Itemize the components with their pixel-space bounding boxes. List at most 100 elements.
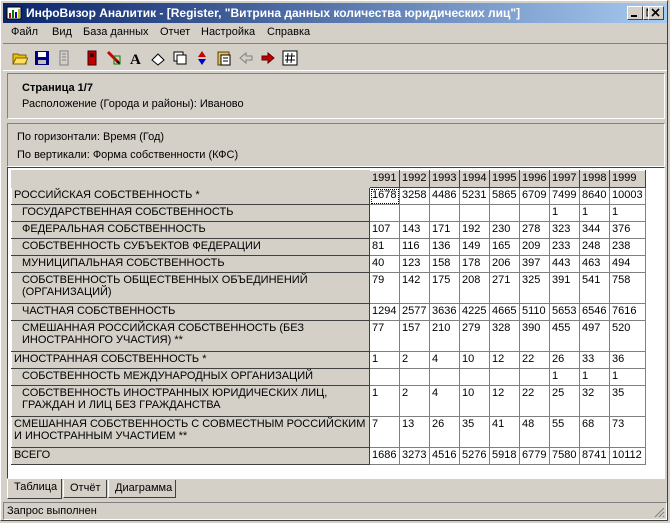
table-cell[interactable]: 5865 xyxy=(489,187,520,205)
table-cell[interactable] xyxy=(429,204,460,222)
table-cell[interactable]: 443 xyxy=(549,255,580,273)
table-cell[interactable]: 10 xyxy=(459,351,490,369)
column-header-1991[interactable]: 1991 xyxy=(369,170,400,188)
column-header-1993[interactable]: 1993 xyxy=(429,170,460,188)
stop-button[interactable] xyxy=(81,47,103,69)
table-cell[interactable]: 35 xyxy=(609,385,646,417)
tab-chart[interactable]: Диаграмма xyxy=(108,480,176,498)
table-cell[interactable]: 4 xyxy=(429,351,460,369)
hash-button[interactable] xyxy=(279,47,301,69)
table-cell[interactable]: 2 xyxy=(399,385,430,417)
table-cell[interactable] xyxy=(429,368,460,386)
sort-button[interactable] xyxy=(191,47,213,69)
table-cell[interactable]: 208 xyxy=(459,272,490,304)
table-cell[interactable]: 1 xyxy=(369,385,400,417)
menu-help[interactable]: Справка xyxy=(267,26,310,38)
table-cell[interactable]: 171 xyxy=(429,221,460,239)
forward-button[interactable] xyxy=(257,47,279,69)
table-cell[interactable]: 463 xyxy=(579,255,610,273)
table-cell[interactable]: 40 xyxy=(369,255,400,273)
table-cell[interactable]: 4486 xyxy=(429,187,460,205)
table-cell[interactable]: 4516 xyxy=(429,447,460,465)
table-cell[interactable]: 7580 xyxy=(549,447,580,465)
table-cell[interactable]: 494 xyxy=(609,255,646,273)
row-header[interactable]: СОБСТВЕННОСТЬ ОБЩЕСТВЕННЫХ ОБЪЕДИНЕНИЙ (… xyxy=(11,272,370,304)
copy-button[interactable] xyxy=(169,47,191,69)
row-header[interactable]: СОБСТВЕННОСТЬ СУБЪЕКТОВ ФЕДЕРАЦИИ xyxy=(11,238,370,256)
table-cell[interactable]: 4 xyxy=(429,385,460,417)
row-header[interactable]: ИНОСТРАННАЯ СОБСТВЕННОСТЬ * xyxy=(11,351,370,369)
table-cell[interactable]: 206 xyxy=(489,255,520,273)
table-cell[interactable]: 41 xyxy=(489,416,520,448)
open-button[interactable] xyxy=(9,47,31,69)
table-cell[interactable]: 541 xyxy=(579,272,610,304)
table-cell[interactable]: 7616 xyxy=(609,303,646,321)
column-header-1994[interactable]: 1994 xyxy=(459,170,490,188)
table-cell[interactable]: 32 xyxy=(579,385,610,417)
table-cell[interactable]: 107 xyxy=(369,221,400,239)
table-cell[interactable]: 1 xyxy=(549,368,580,386)
clipboard-button[interactable] xyxy=(213,47,235,69)
table-cell[interactable]: 209 xyxy=(519,238,550,256)
table-cell[interactable]: 142 xyxy=(399,272,430,304)
table-cell[interactable]: 1 xyxy=(579,204,610,222)
table-cell[interactable]: 1 xyxy=(579,368,610,386)
table-cell[interactable]: 248 xyxy=(579,238,610,256)
table-cell[interactable]: 7499 xyxy=(549,187,580,205)
table-cell[interactable]: 323 xyxy=(549,221,580,239)
save-button[interactable] xyxy=(31,47,53,69)
table-cell[interactable]: 55 xyxy=(549,416,580,448)
table-cell[interactable]: 1686 xyxy=(369,447,400,465)
table-cell[interactable]: 520 xyxy=(609,320,646,352)
table-cell[interactable] xyxy=(519,204,550,222)
table-cell[interactable]: 5231 xyxy=(459,187,490,205)
table-cell[interactable]: 26 xyxy=(549,351,580,369)
table-cell[interactable]: 22 xyxy=(519,351,550,369)
table-cell[interactable]: 328 xyxy=(489,320,520,352)
edit-button[interactable] xyxy=(103,47,125,69)
data-grid[interactable]: 1991 1992 1993 1994 1995 1996 1997 1998 1999 РОСС… xyxy=(7,167,665,479)
table-cell[interactable]: 4225 xyxy=(459,303,490,321)
table-cell[interactable] xyxy=(489,204,520,222)
table-cell[interactable]: 123 xyxy=(399,255,430,273)
page-button[interactable] xyxy=(53,47,75,69)
table-cell[interactable]: 192 xyxy=(459,221,490,239)
table-cell[interactable]: 2577 xyxy=(399,303,430,321)
row-header[interactable]: МУНИЦИПАЛЬНАЯ СОБСТВЕННОСТЬ xyxy=(11,255,370,273)
row-header[interactable]: ВСЕГО xyxy=(11,447,370,465)
table-cell[interactable] xyxy=(369,204,400,222)
table-cell[interactable] xyxy=(459,368,490,386)
table-cell[interactable]: 497 xyxy=(579,320,610,352)
table-cell[interactable]: 35 xyxy=(459,416,490,448)
table-cell[interactable]: 376 xyxy=(609,221,646,239)
column-header-1998[interactable]: 1998 xyxy=(579,170,610,188)
table-cell[interactable]: 10003 xyxy=(609,187,646,205)
column-header-1999[interactable]: 1999 xyxy=(609,170,646,188)
column-header-1992[interactable]: 1992 xyxy=(399,170,430,188)
row-header[interactable]: ГОСУДАРСТВЕННАЯ СОБСТВЕННОСТЬ xyxy=(11,204,370,222)
table-cell[interactable]: 136 xyxy=(429,238,460,256)
table-cell[interactable]: 1 xyxy=(369,351,400,369)
row-header[interactable]: ЧАСТНАЯ СОБСТВЕННОСТЬ xyxy=(11,303,370,321)
table-cell[interactable]: 5110 xyxy=(519,303,550,321)
table-cell[interactable]: 279 xyxy=(459,320,490,352)
table-cell[interactable] xyxy=(369,368,400,386)
table-cell[interactable]: 7 xyxy=(369,416,400,448)
minimize-button[interactable] xyxy=(627,6,643,20)
table-cell[interactable]: 325 xyxy=(519,272,550,304)
table-cell[interactable]: 10112 xyxy=(609,447,646,465)
table-cell[interactable]: 1678 xyxy=(369,187,400,205)
menu-file[interactable]: Файл xyxy=(11,26,38,38)
table-cell[interactable]: 12 xyxy=(489,351,520,369)
row-header[interactable]: СМЕШАННАЯ СОБСТВЕННОСТЬ С СОВМЕСТНЫМ РОС… xyxy=(11,416,370,448)
table-cell[interactable] xyxy=(399,368,430,386)
column-header-1995[interactable]: 1995 xyxy=(489,170,520,188)
table-cell[interactable]: 6546 xyxy=(579,303,610,321)
table-cell[interactable]: 165 xyxy=(489,238,520,256)
row-header[interactable]: СОБСТВЕННОСТЬ МЕЖДУНАРОДНЫХ ОРГАНИЗАЦИЙ xyxy=(11,368,370,386)
table-cell[interactable]: 233 xyxy=(549,238,580,256)
table-cell[interactable]: 10 xyxy=(459,385,490,417)
table-cell[interactable]: 391 xyxy=(549,272,580,304)
resize-grip-icon[interactable] xyxy=(653,506,665,518)
table-cell[interactable]: 79 xyxy=(369,272,400,304)
